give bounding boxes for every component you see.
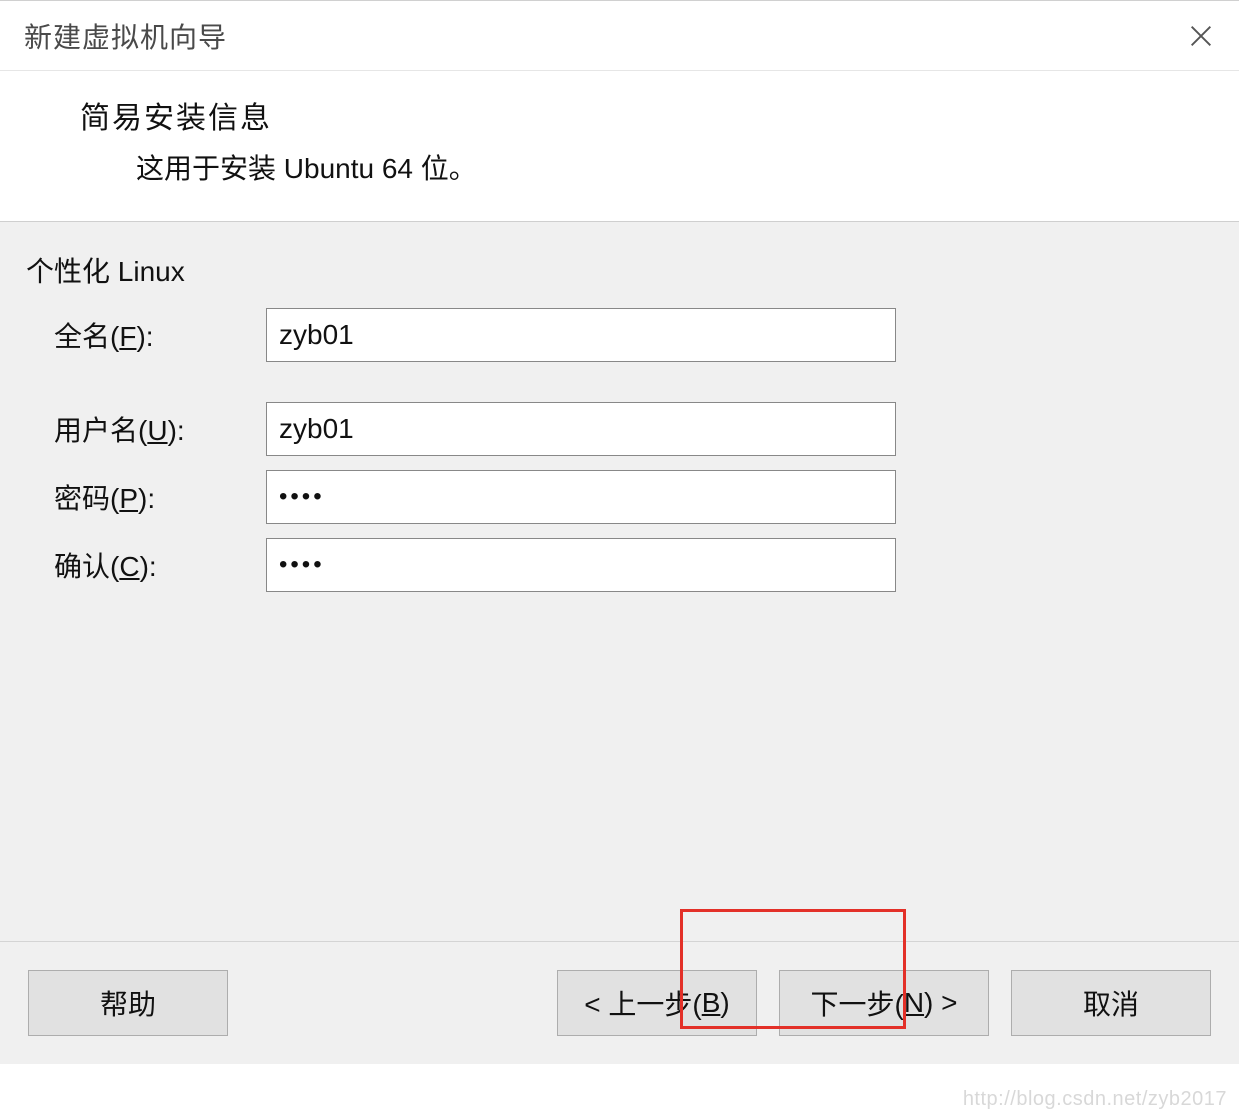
- row-confirm: 确认(C):: [26, 538, 1213, 592]
- username-input[interactable]: [266, 402, 896, 456]
- label-password: 密码(P):: [26, 477, 266, 517]
- form: 全名(F): 用户名(U): 密码(P): 确认(C):: [26, 308, 1213, 592]
- row-fullname: 全名(F):: [26, 308, 1213, 362]
- watermark: http://blog.csdn.net/zyb2017: [963, 1088, 1227, 1111]
- confirm-input[interactable]: [266, 538, 896, 592]
- new-vm-wizard-dialog: 新建虚拟机向导 简易安装信息 这用于安装 Ubuntu 64 位。 个性化 Li…: [0, 0, 1239, 1115]
- header-title: 简易安装信息: [80, 93, 1239, 137]
- help-button[interactable]: 帮助: [28, 970, 228, 1036]
- row-username: 用户名(U):: [26, 402, 1213, 456]
- fullname-input[interactable]: [266, 308, 896, 362]
- header-panel: 简易安装信息 这用于安装 Ubuntu 64 位。: [0, 71, 1239, 222]
- header-subtitle: 这用于安装 Ubuntu 64 位。: [136, 147, 1239, 187]
- body-panel: 个性化 Linux 全名(F): 用户名(U): 密码(P):: [0, 222, 1239, 942]
- password-input[interactable]: [266, 470, 896, 524]
- dialog-title: 新建虚拟机向导: [24, 16, 227, 56]
- label-username: 用户名(U):: [26, 409, 266, 449]
- footer: 帮助 < 上一步(B) 下一步(N) > 取消: [0, 942, 1239, 1064]
- next-button[interactable]: 下一步(N) >: [779, 970, 989, 1036]
- label-fullname: 全名(F):: [26, 315, 266, 355]
- titlebar: 新建虚拟机向导: [0, 1, 1239, 71]
- row-password: 密码(P):: [26, 470, 1213, 524]
- back-button[interactable]: < 上一步(B): [557, 970, 757, 1036]
- cancel-button[interactable]: 取消: [1011, 970, 1211, 1036]
- label-confirm: 确认(C):: [26, 545, 266, 585]
- section-label: 个性化 Linux: [26, 250, 1213, 290]
- close-icon[interactable]: [1185, 20, 1217, 52]
